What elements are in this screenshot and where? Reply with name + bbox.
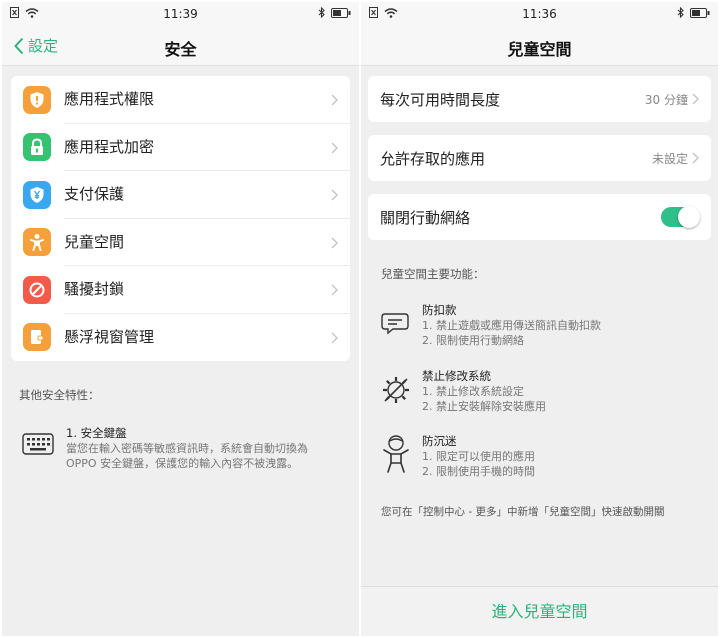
status-time: 11:39 bbox=[163, 7, 198, 21]
chevron-right-icon bbox=[331, 332, 338, 343]
chat-bubbles-icon bbox=[381, 313, 409, 335]
feature-desc-line: 1. 禁止修改系統設定 bbox=[422, 385, 524, 398]
nav-bar: 設定 安全 bbox=[2, 26, 359, 66]
battery-icon bbox=[331, 7, 351, 18]
feature-title: 1. 安全鍵盤 bbox=[66, 426, 127, 440]
list-item-label: 騷擾封鎖 bbox=[64, 265, 350, 314]
feature-desc-line: 1. 限定可以使用的應用 bbox=[422, 450, 535, 463]
chevron-right-icon bbox=[331, 142, 338, 153]
chevron-right-icon bbox=[692, 152, 699, 164]
floating-window-icon bbox=[23, 323, 51, 352]
feature-title: 防沉迷 bbox=[422, 434, 457, 448]
feature-anti-charge: 防扣款 1. 禁止遊戲或應用傳送簡訊自動扣款 2. 限制使用行動網絡 bbox=[381, 303, 601, 348]
mobile-network-setting: 關閉行動網絡 bbox=[368, 194, 711, 240]
list-item-label: 應用程式加密 bbox=[64, 122, 350, 172]
list-item-harassment-block[interactable]: 騷擾封鎖 bbox=[11, 265, 350, 314]
security-list: 應用程式權限 應用程式加密 支付保護 兒童空間 騷擾封鎖 懸浮視窗管理 bbox=[11, 76, 350, 361]
child-icon bbox=[23, 228, 51, 257]
feature-no-system-change: 禁止修改系統 1. 禁止修改系統設定 2. 禁止安裝解除安裝應用 bbox=[381, 369, 546, 414]
status-bar: 11:36 bbox=[361, 2, 718, 26]
allowed-apps-value: 未設定 bbox=[651, 151, 688, 166]
lock-icon bbox=[23, 133, 51, 162]
duration-setting[interactable]: 每次可用時間長度 30 分鐘 bbox=[368, 76, 711, 122]
list-item-label: 兒童空間 bbox=[64, 217, 350, 267]
status-bar: 11:39 bbox=[2, 2, 359, 26]
page-title: 安全 bbox=[164, 40, 197, 59]
bluetooth-icon bbox=[318, 7, 325, 18]
feature-anti-addiction: 防沉迷 1. 限定可以使用的應用 2. 限制使用手機的時間 bbox=[381, 434, 535, 479]
allowed-apps-setting[interactable]: 允許存取的應用 未設定 bbox=[368, 135, 711, 181]
list-item-payment-protection[interactable]: 支付保護 bbox=[11, 170, 350, 219]
bluetooth-icon bbox=[677, 7, 684, 18]
list-item-label: 懸浮視窗管理 bbox=[64, 312, 350, 362]
child-figure-icon bbox=[383, 435, 409, 473]
feature-desc-line: OPPO 安全鍵盤，保護您的輸入內容不被洩露。 bbox=[66, 457, 299, 470]
duration-label: 每次可用時間長度 bbox=[380, 90, 501, 109]
shield-icon bbox=[23, 85, 51, 114]
feature-desc-line: 2. 限制使用手機的時間 bbox=[422, 465, 535, 478]
chevron-right-icon bbox=[331, 94, 338, 106]
allowed-apps-label: 允許存取的應用 bbox=[380, 149, 486, 168]
main-features-label: 兒童空間主要功能： bbox=[381, 267, 485, 281]
gear-slash-icon bbox=[383, 377, 409, 403]
list-item-kids-space[interactable]: 兒童空間 bbox=[11, 217, 350, 267]
status-time: 11:36 bbox=[522, 7, 557, 21]
feature-desc-line: 2. 限制使用行動網絡 bbox=[422, 334, 524, 347]
feature-desc-line: 1. 禁止遊戲或應用傳送簡訊自動扣款 bbox=[422, 319, 601, 332]
list-item-app-permissions[interactable]: 應用程式權限 bbox=[11, 76, 350, 124]
keyboard-icon bbox=[22, 433, 54, 455]
list-item-floating-window[interactable]: 懸浮視窗管理 bbox=[11, 312, 350, 362]
yen-shield-icon bbox=[23, 180, 51, 209]
page-title: 兒童空間 bbox=[507, 40, 572, 59]
secure-keyboard-feature: 1. 安全鍵盤 當您在輸入密碼等敏感資訊時，系統會自動切換為 OPPO 安全鍵盤… bbox=[22, 426, 308, 471]
feature-desc-line: 當您在輸入密碼等敏感資訊時，系統會自動切換為 bbox=[66, 442, 308, 455]
mobile-network-label: 關閉行動網絡 bbox=[380, 208, 471, 227]
list-item-app-encryption[interactable]: 應用程式加密 bbox=[11, 122, 350, 172]
feature-title: 禁止修改系統 bbox=[422, 369, 491, 383]
security-screen: 11:39 設定 安全 應用程式權限 應用程式加密 支付保護 兒童空間 騷擾封鎖… bbox=[2, 2, 359, 636]
chevron-right-icon bbox=[331, 189, 338, 201]
list-item-label: 支付保護 bbox=[64, 170, 350, 219]
chevron-right-icon bbox=[331, 237, 338, 248]
block-icon bbox=[23, 275, 51, 304]
mobile-network-toggle[interactable] bbox=[661, 206, 700, 228]
enter-kids-space-button[interactable]: 進入兒童空間 bbox=[361, 586, 718, 636]
chevron-right-icon bbox=[692, 93, 699, 105]
chevron-right-icon bbox=[331, 284, 338, 296]
nav-bar: 兒童空間 bbox=[361, 26, 718, 66]
shortcut-note: 您可在「控制中心 - 更多」中新增「兒童空間」快速啟動開關 bbox=[381, 506, 665, 518]
kids-space-screen: 11:36 兒童空間 每次可用時間長度 30 分鐘 允許存取的應用 未設定 關閉… bbox=[361, 2, 718, 636]
duration-value: 30 分鐘 bbox=[644, 92, 688, 107]
feature-desc-line: 2. 禁止安裝解除安裝應用 bbox=[422, 400, 546, 413]
battery-icon bbox=[690, 7, 710, 18]
list-item-label: 應用程式權限 bbox=[64, 90, 155, 108]
other-features-label: 其他安全特性： bbox=[19, 388, 100, 402]
feature-title: 防扣款 bbox=[422, 303, 457, 317]
toggle-knob bbox=[678, 206, 700, 228]
